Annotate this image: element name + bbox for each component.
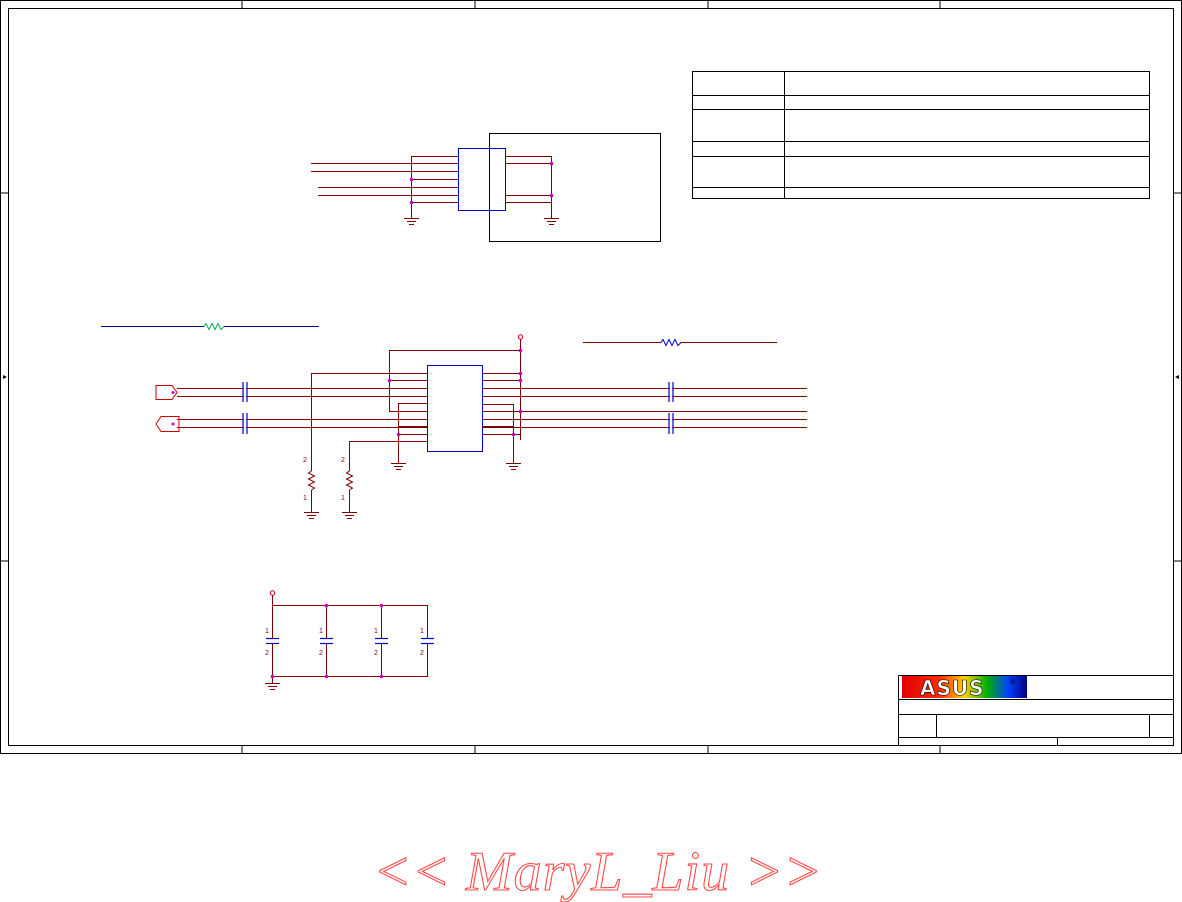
decoupling-caps — [266, 637, 434, 645]
pin-label-1: 1 — [303, 495, 307, 502]
logo-registered-mark: ® — [1009, 678, 1016, 686]
upper-connector-block — [311, 133, 661, 242]
ic-body — [427, 365, 483, 452]
ground-symbol-upper-right — [544, 218, 559, 225]
watermark: << MaryL_Liu >> — [373, 841, 822, 902]
sheet-frame — [0, 0, 1182, 754]
resistor-symbol-blue — [660, 338, 682, 347]
ic-junctions — [171, 348, 523, 437]
pin-label-2: 2 — [341, 457, 345, 464]
logo-wordmark: ASUS — [920, 676, 985, 700]
ic-wires — [177, 339, 807, 463]
schematic-sheet: 2 1 2 1 1 2 1 2 1 2 1 2 ASUS ® << MaryL_… — [0, 0, 1182, 902]
pulldown-resistor-right: 2 1 — [341, 456, 354, 512]
connector-junctions — [409, 161, 554, 205]
main-ic-circuit: 2 1 2 1 — [155, 334, 807, 519]
ground-symbols-ic — [304, 463, 521, 519]
right-resistor-net — [583, 338, 777, 347]
power-port-caps — [269, 590, 276, 596]
revision-table — [692, 71, 1150, 199]
power-port-top — [517, 334, 524, 340]
cap-pin-label-1: 1 — [265, 628, 269, 635]
zone-arrow-left — [3, 375, 7, 379]
pin-label-1: 1 — [341, 495, 345, 502]
ground-symbol-caps — [265, 683, 280, 690]
pulldown-resistor-left: 2 1 — [303, 456, 316, 512]
cap-pin-label-1: 1 — [319, 628, 323, 635]
connector-wires — [311, 156, 552, 218]
connector-body — [458, 148, 506, 211]
asus-logo: ASUS ® — [902, 676, 1027, 700]
resistor-symbol-green — [203, 322, 225, 331]
left-resistor-net — [101, 322, 319, 331]
decoupling-cap-bank: 1 2 1 2 1 2 1 2 — [265, 590, 435, 690]
cap-pin-label-1: 1 — [374, 628, 378, 635]
connector-outline-box — [489, 133, 661, 242]
cap-gaps — [244, 383, 672, 433]
cap-pin-label-2: 2 — [265, 650, 269, 657]
cap-pin-label-2: 2 — [420, 650, 424, 657]
cap-pin-label-2: 2 — [319, 650, 323, 657]
title-block: ASUS ® — [898, 675, 1174, 746]
zone-arrow-right — [1175, 375, 1179, 379]
cap-pin-label-1: 1 — [420, 628, 424, 635]
offpage-connector-2 — [155, 416, 180, 432]
cap-pin-label-2: 2 — [374, 650, 378, 657]
ground-symbol-upper-left — [404, 218, 419, 225]
pin-label-2: 2 — [303, 457, 307, 464]
